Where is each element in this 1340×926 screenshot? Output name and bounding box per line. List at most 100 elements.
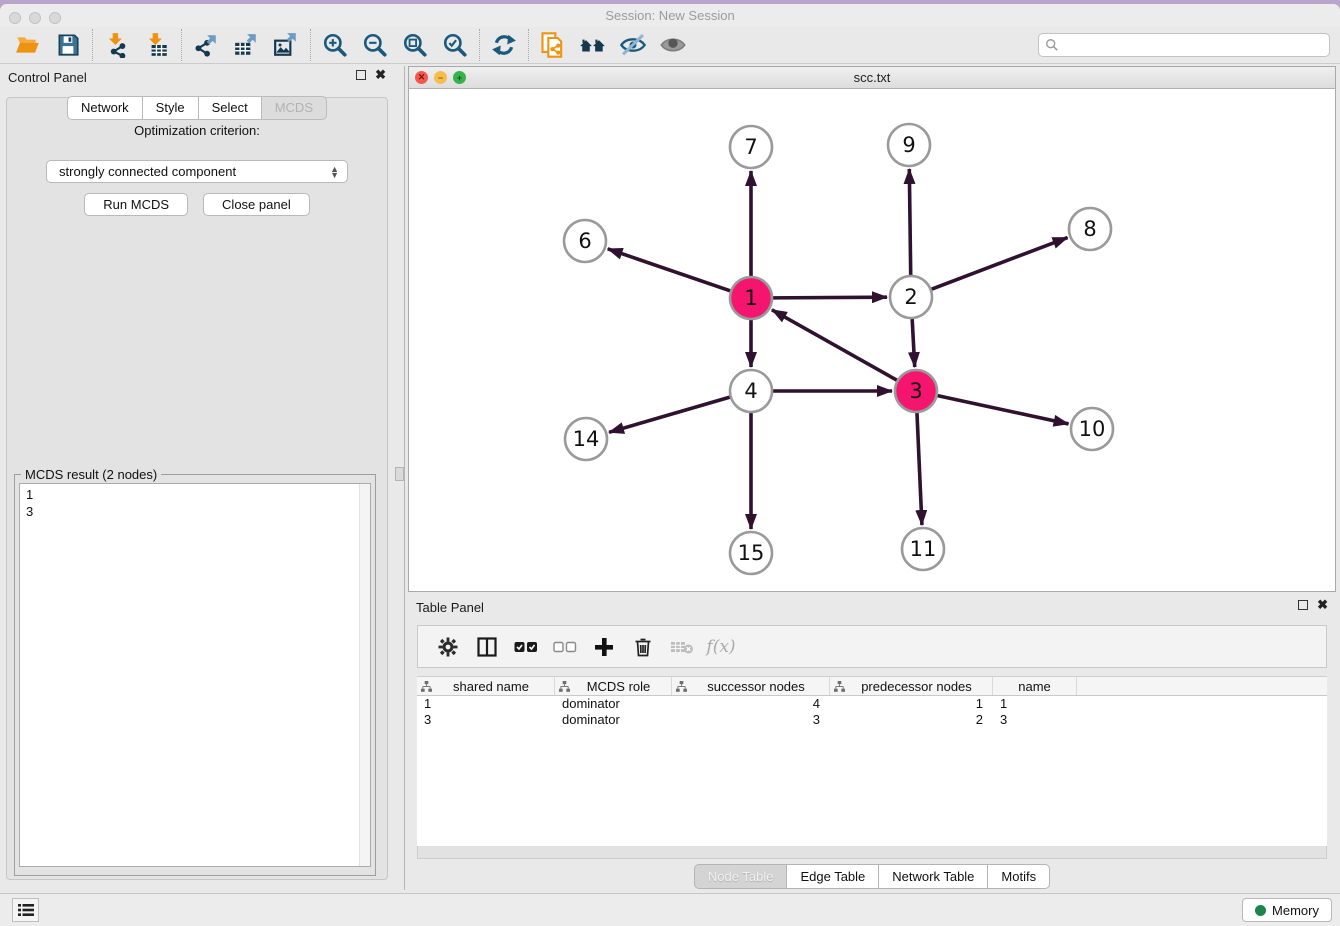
column-header-successor-nodes[interactable]: successor nodes: [672, 677, 830, 695]
open-session-icon[interactable]: [8, 29, 48, 61]
node-table-body: 1dominator4113dominator323: [417, 696, 1327, 728]
tab-mcds[interactable]: MCDS: [262, 96, 327, 120]
close-window-button[interactable]: [9, 12, 21, 24]
float-panel-icon[interactable]: [356, 70, 366, 80]
tab-network[interactable]: Network: [67, 96, 143, 120]
zoom-selected-icon[interactable]: [435, 29, 475, 61]
tab-network-table[interactable]: Network Table: [879, 864, 988, 889]
export-image-icon[interactable]: [266, 29, 306, 61]
optimization-criterion-select[interactable]: strongly connected component ▲▼: [46, 160, 348, 183]
edge-3-1[interactable]: [772, 310, 897, 380]
edge-4-14[interactable]: [609, 397, 730, 432]
control-panel: Control Panel ✖ NetworkStyleSelectMCDS O…: [0, 66, 394, 882]
node-table[interactable]: shared nameMCDS role successor nodes prede…: [417, 676, 1327, 846]
search-input[interactable]: [1063, 38, 1329, 53]
tab-node-table[interactable]: Node Table: [694, 864, 788, 889]
edge-1-2[interactable]: [773, 297, 887, 298]
control-panel-tabs: NetworkStyleSelectMCDS: [0, 96, 394, 120]
table-cell: dominator: [555, 696, 672, 712]
table-cell: 1: [417, 696, 555, 712]
delete-table-icon: [669, 634, 695, 660]
close-panel-icon[interactable]: ✖: [375, 70, 386, 80]
column-header-predecessor-nodes[interactable]: predecessor nodes: [830, 677, 993, 695]
tab-motifs[interactable]: Motifs: [988, 864, 1050, 889]
minimize-window-button[interactable]: [29, 12, 41, 24]
graph-svg[interactable]: 7968124314101511: [409, 89, 1335, 591]
network-view-window: ✕ − + scc.txt 7968124314101511: [408, 66, 1336, 592]
table-row[interactable]: 1dominator411: [417, 696, 1327, 712]
mcds-result-group: MCDS result (2 nodes) 1 3: [14, 474, 376, 876]
column-header-label: predecessor nodes: [845, 679, 988, 694]
export-network-icon[interactable]: [186, 29, 226, 61]
zoom-fit-icon[interactable]: [395, 29, 435, 61]
new-network-from-selection-icon[interactable]: [533, 29, 573, 61]
column-header-MCDS-role[interactable]: MCDS role: [555, 677, 672, 695]
edge-2-9[interactable]: [909, 169, 910, 275]
column-type-icon: [676, 681, 687, 692]
table-float-panel-icon[interactable]: [1298, 600, 1308, 610]
import-table-icon[interactable]: [137, 29, 177, 61]
column-header-label: successor nodes: [687, 679, 825, 694]
network-zoom-button[interactable]: +: [453, 71, 466, 84]
deselect-all-checkboxes-icon[interactable]: [552, 634, 578, 660]
edge-3-11[interactable]: [917, 413, 922, 525]
zoom-out-icon[interactable]: [355, 29, 395, 61]
column-header-name[interactable]: name: [993, 677, 1077, 695]
save-session-icon[interactable]: [48, 29, 88, 61]
first-neighbors-icon[interactable]: [573, 29, 613, 61]
mcds-result-area[interactable]: 1 3: [19, 483, 371, 867]
apply-layout-icon[interactable]: [484, 29, 524, 61]
show-all-icon[interactable]: [653, 29, 693, 61]
graph-node-label-3: 3: [909, 379, 922, 403]
tab-select[interactable]: Select: [199, 96, 262, 120]
table-row[interactable]: 3dominator323: [417, 712, 1327, 728]
memory-button[interactable]: Memory: [1242, 898, 1332, 922]
memory-label: Memory: [1272, 903, 1319, 918]
table-cell: 3: [417, 712, 555, 728]
tab-style[interactable]: Style: [143, 96, 199, 120]
settings-gear-icon[interactable]: [435, 634, 461, 660]
network-canvas[interactable]: 7968124314101511: [409, 89, 1335, 591]
vertical-splitter-grip[interactable]: [395, 467, 404, 481]
add-column-icon[interactable]: [591, 634, 617, 660]
table-tabs: Node TableEdge TableNetwork TableMotifs: [408, 864, 1336, 889]
node-table-header: shared nameMCDS role successor nodes prede…: [417, 677, 1327, 696]
search-icon: [1045, 38, 1059, 52]
close-panel-button[interactable]: Close panel: [203, 193, 310, 216]
select-all-checkboxes-icon[interactable]: [513, 634, 539, 660]
column-header-label: name: [997, 679, 1072, 694]
edge-1-6[interactable]: [608, 249, 730, 291]
table-close-panel-icon[interactable]: ✖: [1317, 600, 1328, 610]
graph-node-label-2: 2: [904, 285, 917, 309]
export-table-icon[interactable]: [226, 29, 266, 61]
edge-3-10[interactable]: [938, 396, 1069, 424]
mcds-result-scrollbar[interactable]: [359, 484, 370, 866]
table-cell: dominator: [555, 712, 672, 728]
task-history-button[interactable]: [12, 898, 39, 922]
table-cell: 3: [993, 712, 1077, 728]
vertical-splitter[interactable]: [404, 66, 405, 890]
memory-status-dot: [1255, 905, 1266, 916]
run-mcds-button[interactable]: Run MCDS: [84, 193, 188, 216]
column-header-shared-name[interactable]: shared name: [417, 677, 555, 695]
split-view-icon[interactable]: [474, 634, 500, 660]
delete-column-trash-icon[interactable]: [630, 634, 656, 660]
tab-edge-table[interactable]: Edge Table: [787, 864, 879, 889]
application-window: Session: New Session: [0, 4, 1340, 926]
hide-selected-icon[interactable]: [613, 29, 653, 61]
graph-node-label-7: 7: [744, 135, 757, 159]
zoom-window-button[interactable]: [49, 12, 61, 24]
edge-2-3[interactable]: [912, 319, 915, 367]
network-close-button[interactable]: ✕: [415, 71, 428, 84]
search-field[interactable]: [1038, 33, 1330, 57]
network-minimize-button[interactable]: −: [434, 71, 447, 84]
table-cell: 3: [672, 712, 830, 728]
window-controls: [9, 12, 61, 24]
main-toolbar: [0, 27, 1340, 64]
mcds-panel: Optimization criterion: strongly connect…: [6, 97, 388, 880]
mcds-result-text: 1 3: [20, 484, 370, 520]
edge-2-8[interactable]: [932, 238, 1068, 290]
zoom-in-icon[interactable]: [315, 29, 355, 61]
table-panel-title: Table Panel: [416, 600, 484, 615]
import-network-icon[interactable]: [97, 29, 137, 61]
